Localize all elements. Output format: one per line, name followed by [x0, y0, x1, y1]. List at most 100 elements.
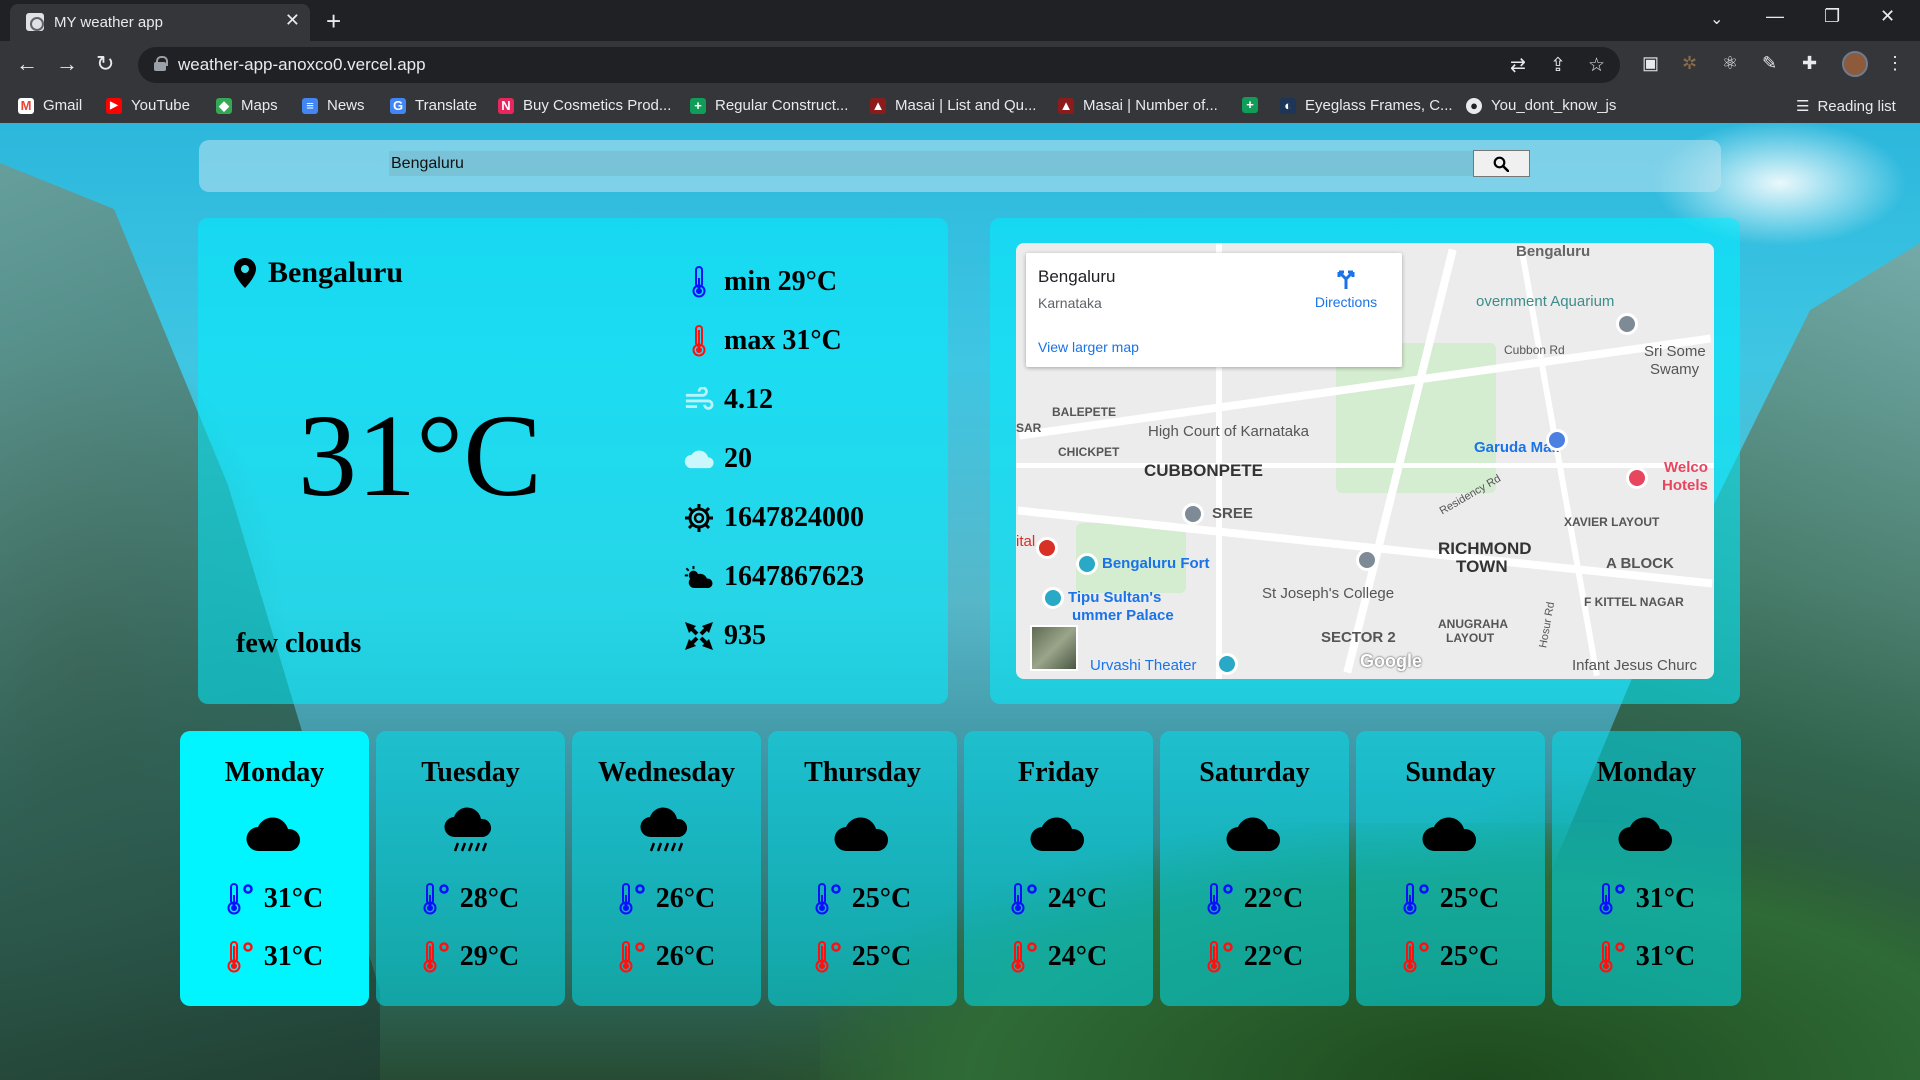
- map-label: High Court of Karnataka: [1148, 423, 1309, 440]
- bookmark-cosmetics[interactable]: N Buy Cosmetics Prod...: [498, 97, 671, 114]
- bookmark-plus[interactable]: +: [1242, 97, 1267, 113]
- minimize-icon[interactable]: —: [1766, 6, 1784, 27]
- map-label: TOWN: [1456, 557, 1508, 576]
- directions-button[interactable]: Directions: [1306, 267, 1386, 310]
- restore-icon[interactable]: ❐: [1824, 6, 1840, 27]
- view-larger-map-link[interactable]: View larger map: [1038, 339, 1139, 355]
- map-pin-icon[interactable]: [1356, 549, 1378, 571]
- bookmark-label: Masai | List and Qu...: [895, 97, 1037, 114]
- forecast-day-card[interactable]: Friday 24°C 24°C: [964, 731, 1153, 1006]
- map-pin-icon[interactable]: [1616, 313, 1638, 335]
- satellite-toggle[interactable]: [1030, 625, 1078, 671]
- forecast-max-temp: 25°C: [768, 941, 957, 973]
- youtube-icon: ▶: [106, 97, 122, 114]
- share-icon[interactable]: ⇪: [1550, 54, 1566, 77]
- cloud-icon: [245, 813, 303, 858]
- forecast-max-value: 25°C: [851, 941, 912, 972]
- forecast-day-card[interactable]: Saturday 22°C 22°C: [1160, 731, 1349, 1006]
- forecast-day-name: Tuesday: [421, 757, 520, 788]
- bookmark-label: News: [327, 97, 365, 114]
- extension-icon[interactable]: ✲: [1682, 53, 1697, 74]
- thermometer-hot-icon: [618, 941, 648, 973]
- map-label: XAVIER LAYOUT: [1564, 515, 1660, 529]
- bookmark-label: Gmail: [43, 97, 83, 114]
- bookmark-construct[interactable]: + Regular Construct...: [690, 97, 848, 114]
- profile-avatar[interactable]: [1842, 51, 1868, 77]
- tab-search-icon[interactable]: ⌄: [1710, 9, 1723, 29]
- map-pin-icon[interactable]: [1042, 587, 1064, 609]
- bookmark-masai-list[interactable]: ▲ Masai | List and Qu...: [870, 97, 1036, 114]
- extension-icon[interactable]: ⚛: [1722, 53, 1738, 74]
- forecast-min-value: 31°C: [1635, 883, 1696, 914]
- bookmark-github[interactable]: ● You_dont_know_js: [1466, 97, 1616, 114]
- rain-cloud-icon: [637, 807, 695, 858]
- close-window-icon[interactable]: ✕: [1880, 6, 1895, 27]
- embedded-map[interactable]: Bengaluru overnment Aquarium Cubbon Rd S…: [1016, 243, 1714, 679]
- google-logo: Google: [1360, 651, 1422, 671]
- map-label: ital: [1016, 533, 1036, 550]
- extension-icon[interactable]: ▣: [1642, 53, 1659, 74]
- city-search-input[interactable]: [389, 151, 1474, 176]
- bookmark-gmail[interactable]: M Gmail: [18, 97, 82, 114]
- forward-icon[interactable]: →: [56, 51, 78, 77]
- thermometer-cold-icon: [422, 883, 452, 915]
- map-pin-icon[interactable]: [1216, 653, 1238, 675]
- bookmark-translate[interactable]: G Translate: [390, 97, 477, 114]
- map-label: SAR: [1016, 421, 1042, 435]
- sunset-stat: 1647867623: [684, 561, 864, 593]
- city-name: Bengaluru: [268, 256, 404, 289]
- bookmark-youtube[interactable]: ▶ YouTube: [106, 97, 190, 114]
- bookmark-eyeglass[interactable]: ◐ Eyeglass Frames, C...: [1280, 97, 1453, 114]
- news-icon: ≡: [302, 97, 318, 114]
- thermometer-cold-icon: [226, 883, 256, 915]
- city-heading: Bengaluru: [234, 256, 403, 290]
- lock-icon[interactable]: [154, 56, 168, 71]
- search-icon: [1493, 156, 1509, 172]
- tab-close-icon[interactable]: ✕: [285, 10, 300, 31]
- map-label: CHICKPET: [1058, 445, 1120, 459]
- map-pin-icon[interactable]: [1626, 467, 1648, 489]
- bookmark-label: Regular Construct...: [715, 97, 849, 114]
- url-text: weather-app-anoxco0.vercel.app: [178, 55, 426, 74]
- map-label: LAYOUT: [1446, 631, 1495, 645]
- forecast-day-card[interactable]: Sunday 25°C 25°C: [1356, 731, 1545, 1006]
- forecast-day-name: Friday: [1018, 757, 1099, 788]
- browser-tab[interactable]: MY weather app ✕: [10, 4, 310, 41]
- bookmark-maps[interactable]: ◆ Maps: [216, 97, 278, 114]
- extension-icon[interactable]: ✎: [1762, 53, 1777, 74]
- back-icon[interactable]: ←: [16, 51, 38, 77]
- search-button[interactable]: [1473, 150, 1530, 177]
- forecast-max-value: 29°C: [459, 941, 520, 972]
- location-pin-icon: [234, 258, 256, 288]
- new-tab-icon[interactable]: +: [326, 6, 341, 37]
- reload-icon[interactable]: ↻: [96, 51, 114, 77]
- menu-icon[interactable]: ⋮: [1886, 53, 1904, 74]
- map-pin-icon[interactable]: [1182, 503, 1204, 525]
- bookmark-news[interactable]: ≡ News: [302, 97, 365, 114]
- cloud-icon: [833, 813, 891, 858]
- cloud-icon: [1225, 813, 1283, 858]
- map-label: ummer Palace: [1072, 607, 1174, 624]
- map-pin-icon[interactable]: [1076, 553, 1098, 575]
- hospital-pin-icon[interactable]: [1036, 537, 1058, 559]
- map-label: BALEPETE: [1052, 405, 1117, 419]
- map-pin-icon[interactable]: [1546, 429, 1568, 451]
- map-label: SECTOR 2: [1321, 629, 1396, 646]
- bookmarks-bar: M Gmail ▶ YouTube ◆ Maps ≡ News G Transl…: [0, 89, 1920, 123]
- forecast-day-card[interactable]: Wednesday 26°C 26°C: [572, 731, 761, 1006]
- bookmark-masai-number[interactable]: ▲ Masai | Number of...: [1058, 97, 1218, 114]
- forecast-day-card[interactable]: Monday 31°C 31°C: [180, 731, 369, 1006]
- cloud-icon: [1029, 813, 1087, 858]
- forecast-day-card[interactable]: Tuesday 28°C 29°C: [376, 731, 565, 1006]
- github-icon: ●: [1466, 97, 1482, 114]
- address-bar[interactable]: weather-app-anoxco0.vercel.app ⇄ ⇪ ☆: [138, 47, 1620, 83]
- cloud-icon: [1421, 813, 1479, 858]
- bookmark-star-icon[interactable]: ☆: [1588, 54, 1605, 77]
- reading-list-button[interactable]: ☰ Reading list: [1796, 97, 1896, 116]
- sunrise-stat: 1647824000: [684, 502, 864, 534]
- forecast-max-temp: 31°C: [1552, 941, 1741, 973]
- forecast-day-card[interactable]: Thursday 25°C 25°C: [768, 731, 957, 1006]
- forecast-day-card[interactable]: Monday 31°C 31°C: [1552, 731, 1741, 1006]
- extensions-puzzle-icon[interactable]: ✚: [1802, 53, 1817, 74]
- translate-page-icon[interactable]: ⇄: [1510, 54, 1526, 77]
